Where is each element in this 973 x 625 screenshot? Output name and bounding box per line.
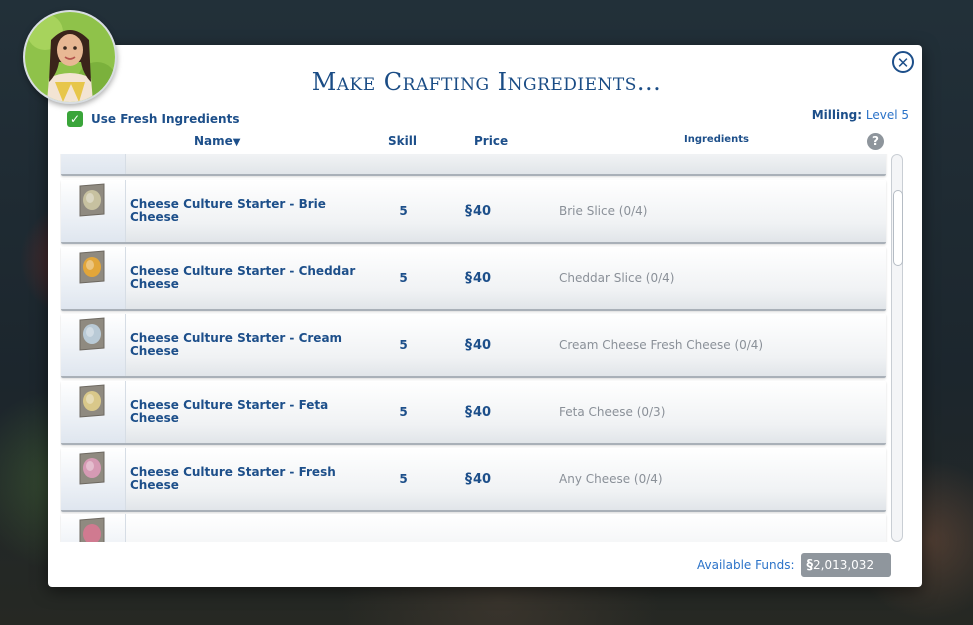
recipe-price: § 40 <box>465 471 492 487</box>
recipe-ingredients: Cream Cheese Fresh Cheese (0/4) <box>559 338 764 352</box>
culture-packet-icon <box>79 384 105 418</box>
recipe-skill: 5 <box>399 472 408 486</box>
recipe-row[interactable]: Cheese Culture Starter - Feta Cheese 5 § 40… <box>61 381 886 445</box>
sim-avatar[interactable] <box>23 10 117 104</box>
recipe-price: § 40 <box>465 404 492 420</box>
column-header-skill[interactable]: Skill <box>388 134 417 148</box>
help-icon[interactable]: ? <box>867 133 884 150</box>
list-scrollbar[interactable] <box>891 154 903 542</box>
recipe-row-partial-top[interactable] <box>61 154 886 176</box>
funds-value: 2,013,032 <box>813 558 875 572</box>
culture-packet-icon <box>79 183 105 217</box>
sort-down-icon: ▼ <box>232 137 241 148</box>
recipe-name: Cheese Culture Starter - Cream Cheese <box>130 331 343 358</box>
recipe-row[interactable]: Cheese Culture Starter - Cream Cheese 5 § 4… <box>61 314 886 378</box>
recipe-ingredients: Brie Slice (0/4) <box>559 204 648 218</box>
recipe-name: Cheese Culture Starter - Feta Cheese <box>130 398 329 425</box>
recipe-name: Cheese Culture Starter - Brie Cheese <box>130 197 326 224</box>
recipe-row-partial-bottom[interactable] <box>61 514 886 542</box>
sim-portrait-icon <box>25 12 115 102</box>
close-button[interactable]: ✕ <box>892 51 914 73</box>
column-header-ingredients: Ingredients <box>684 134 749 145</box>
column-header-price[interactable]: Price <box>474 134 508 148</box>
recipe-row[interactable]: Cheese Culture Starter - Fresh Cheese 5 § 4… <box>61 448 886 512</box>
recipe-skill: 5 <box>399 271 408 285</box>
recipe-list[interactable]: Cheese Culture Starter - Brie Cheese 5 § 40… <box>60 154 890 542</box>
dialog-title: Make Crafting Ingredients... <box>311 68 662 96</box>
simoleon-icon: § <box>465 203 472 219</box>
culture-packet-icon <box>79 250 105 284</box>
recipe-row[interactable]: Cheese Culture Starter - Brie Cheese 5 § 40… <box>61 180 886 244</box>
funds-label: Available Funds: <box>697 558 795 572</box>
recipe-ingredients: Cheddar Slice (0/4) <box>559 271 675 285</box>
skill-name: Milling: <box>811 108 863 122</box>
simoleon-icon: § <box>465 404 472 420</box>
simoleon-icon: § <box>465 471 472 487</box>
skill-level-info: Milling: Level 5 <box>812 108 909 122</box>
skill-level: Level 5 <box>865 108 909 122</box>
recipe-ingredients: Any Cheese (0/4) <box>559 472 663 486</box>
simoleon-icon: § <box>465 337 472 353</box>
recipe-thumbnail <box>61 180 126 242</box>
column-header-name[interactable]: Name▼ <box>194 134 241 148</box>
recipe-price: § 40 <box>465 337 492 353</box>
recipe-skill: 5 <box>399 338 408 352</box>
recipe-thumbnail <box>61 448 126 510</box>
recipe-ingredients: Feta Cheese (0/3) <box>559 405 666 419</box>
recipe-thumbnail <box>61 247 126 309</box>
culture-packet-icon <box>79 517 105 542</box>
recipe-thumbnail <box>61 154 126 174</box>
recipe-skill: 5 <box>399 405 408 419</box>
recipe-name: Cheese Culture Starter - Cheddar Cheese <box>130 264 356 291</box>
check-icon[interactable]: ✓ <box>67 111 83 127</box>
recipe-thumbnail <box>61 314 126 376</box>
recipe-skill: 5 <box>399 204 408 218</box>
close-icon: ✕ <box>896 54 910 72</box>
simoleon-icon: § <box>465 270 472 286</box>
culture-packet-icon <box>79 317 105 351</box>
culture-packet-icon <box>79 451 105 485</box>
available-funds: Available Funds: §2,013,032 <box>697 553 891 577</box>
scrollbar-thumb[interactable] <box>893 190 903 266</box>
recipe-thumbnail <box>61 381 126 443</box>
recipe-thumbnail <box>61 514 126 542</box>
recipe-row[interactable]: Cheese Culture Starter - Cheddar Cheese 5… <box>61 247 886 311</box>
recipe-name: Cheese Culture Starter - Fresh Cheese <box>130 465 336 492</box>
use-fresh-label: Use Fresh Ingredients <box>91 112 240 126</box>
recipe-price: § 40 <box>465 203 492 219</box>
funds-value-box: §2,013,032 <box>800 553 891 577</box>
recipe-price: § 40 <box>465 270 492 286</box>
use-fresh-toggle[interactable]: ✓ Use Fresh Ingredients <box>67 110 239 128</box>
